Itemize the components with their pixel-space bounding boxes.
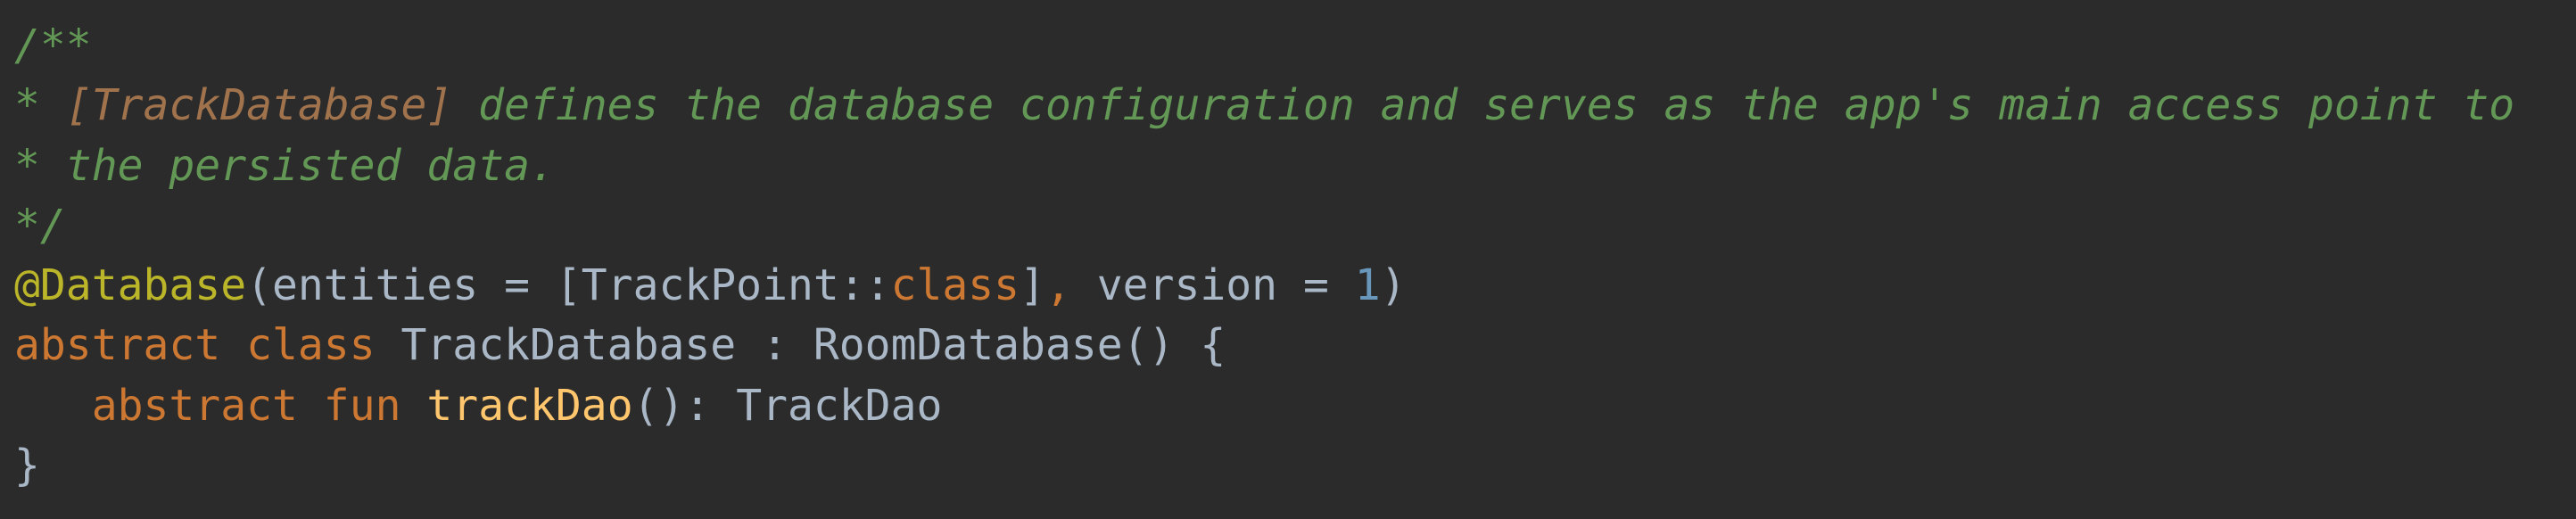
code-line-1: /**: [14, 16, 2576, 76]
class-declaration: TrackDatabase : RoomDatabase() {: [375, 320, 1226, 371]
code-line-8: }: [14, 436, 2576, 496]
comma: ,: [1044, 260, 1071, 311]
code-editor[interactable]: /** * [TrackDatabase] defines the databa…: [0, 0, 2576, 519]
keyword-abstract: abstract: [91, 380, 298, 431]
keyword-fun: fun: [323, 380, 401, 431]
doc-comment-text: defines the database configuration and s…: [452, 80, 2515, 131]
brace-close: }: [14, 441, 40, 491]
code-line-3: * the persisted data.: [14, 136, 2576, 196]
code-line-4: */: [14, 196, 2576, 256]
number-literal: 1: [1354, 260, 1381, 311]
function-name: trackDao: [426, 380, 633, 431]
code-line-2: * [TrackDatabase] defines the database c…: [14, 76, 2576, 136]
doc-comment-text: * the persisted data.: [14, 140, 556, 191]
version-arg: version =: [1070, 260, 1355, 311]
doc-comment-close: */: [14, 200, 66, 251]
keyword-class: class: [890, 260, 1020, 311]
code-line-7: abstract fun trackDao(): TrackDao: [14, 376, 2576, 436]
doc-comment-star: *: [14, 80, 66, 131]
code-line-6: abstract class TrackDatabase : RoomDatab…: [14, 316, 2576, 375]
function-signature: (): TrackDao: [632, 380, 943, 431]
doc-comment-link: [TrackDatabase]: [65, 80, 453, 131]
keyword-abstract: abstract: [14, 320, 221, 371]
doc-comment-open: /**: [14, 21, 92, 70]
annotation-args: (entities = [TrackPoint::: [246, 260, 891, 311]
keyword-class: class: [246, 320, 376, 371]
code-line-5: @Database(entities = [TrackPoint::class]…: [14, 256, 2576, 316]
annotation-database: @Database: [14, 260, 247, 311]
bracket-close: ]: [1020, 260, 1045, 311]
paren-close: ): [1380, 260, 1407, 311]
